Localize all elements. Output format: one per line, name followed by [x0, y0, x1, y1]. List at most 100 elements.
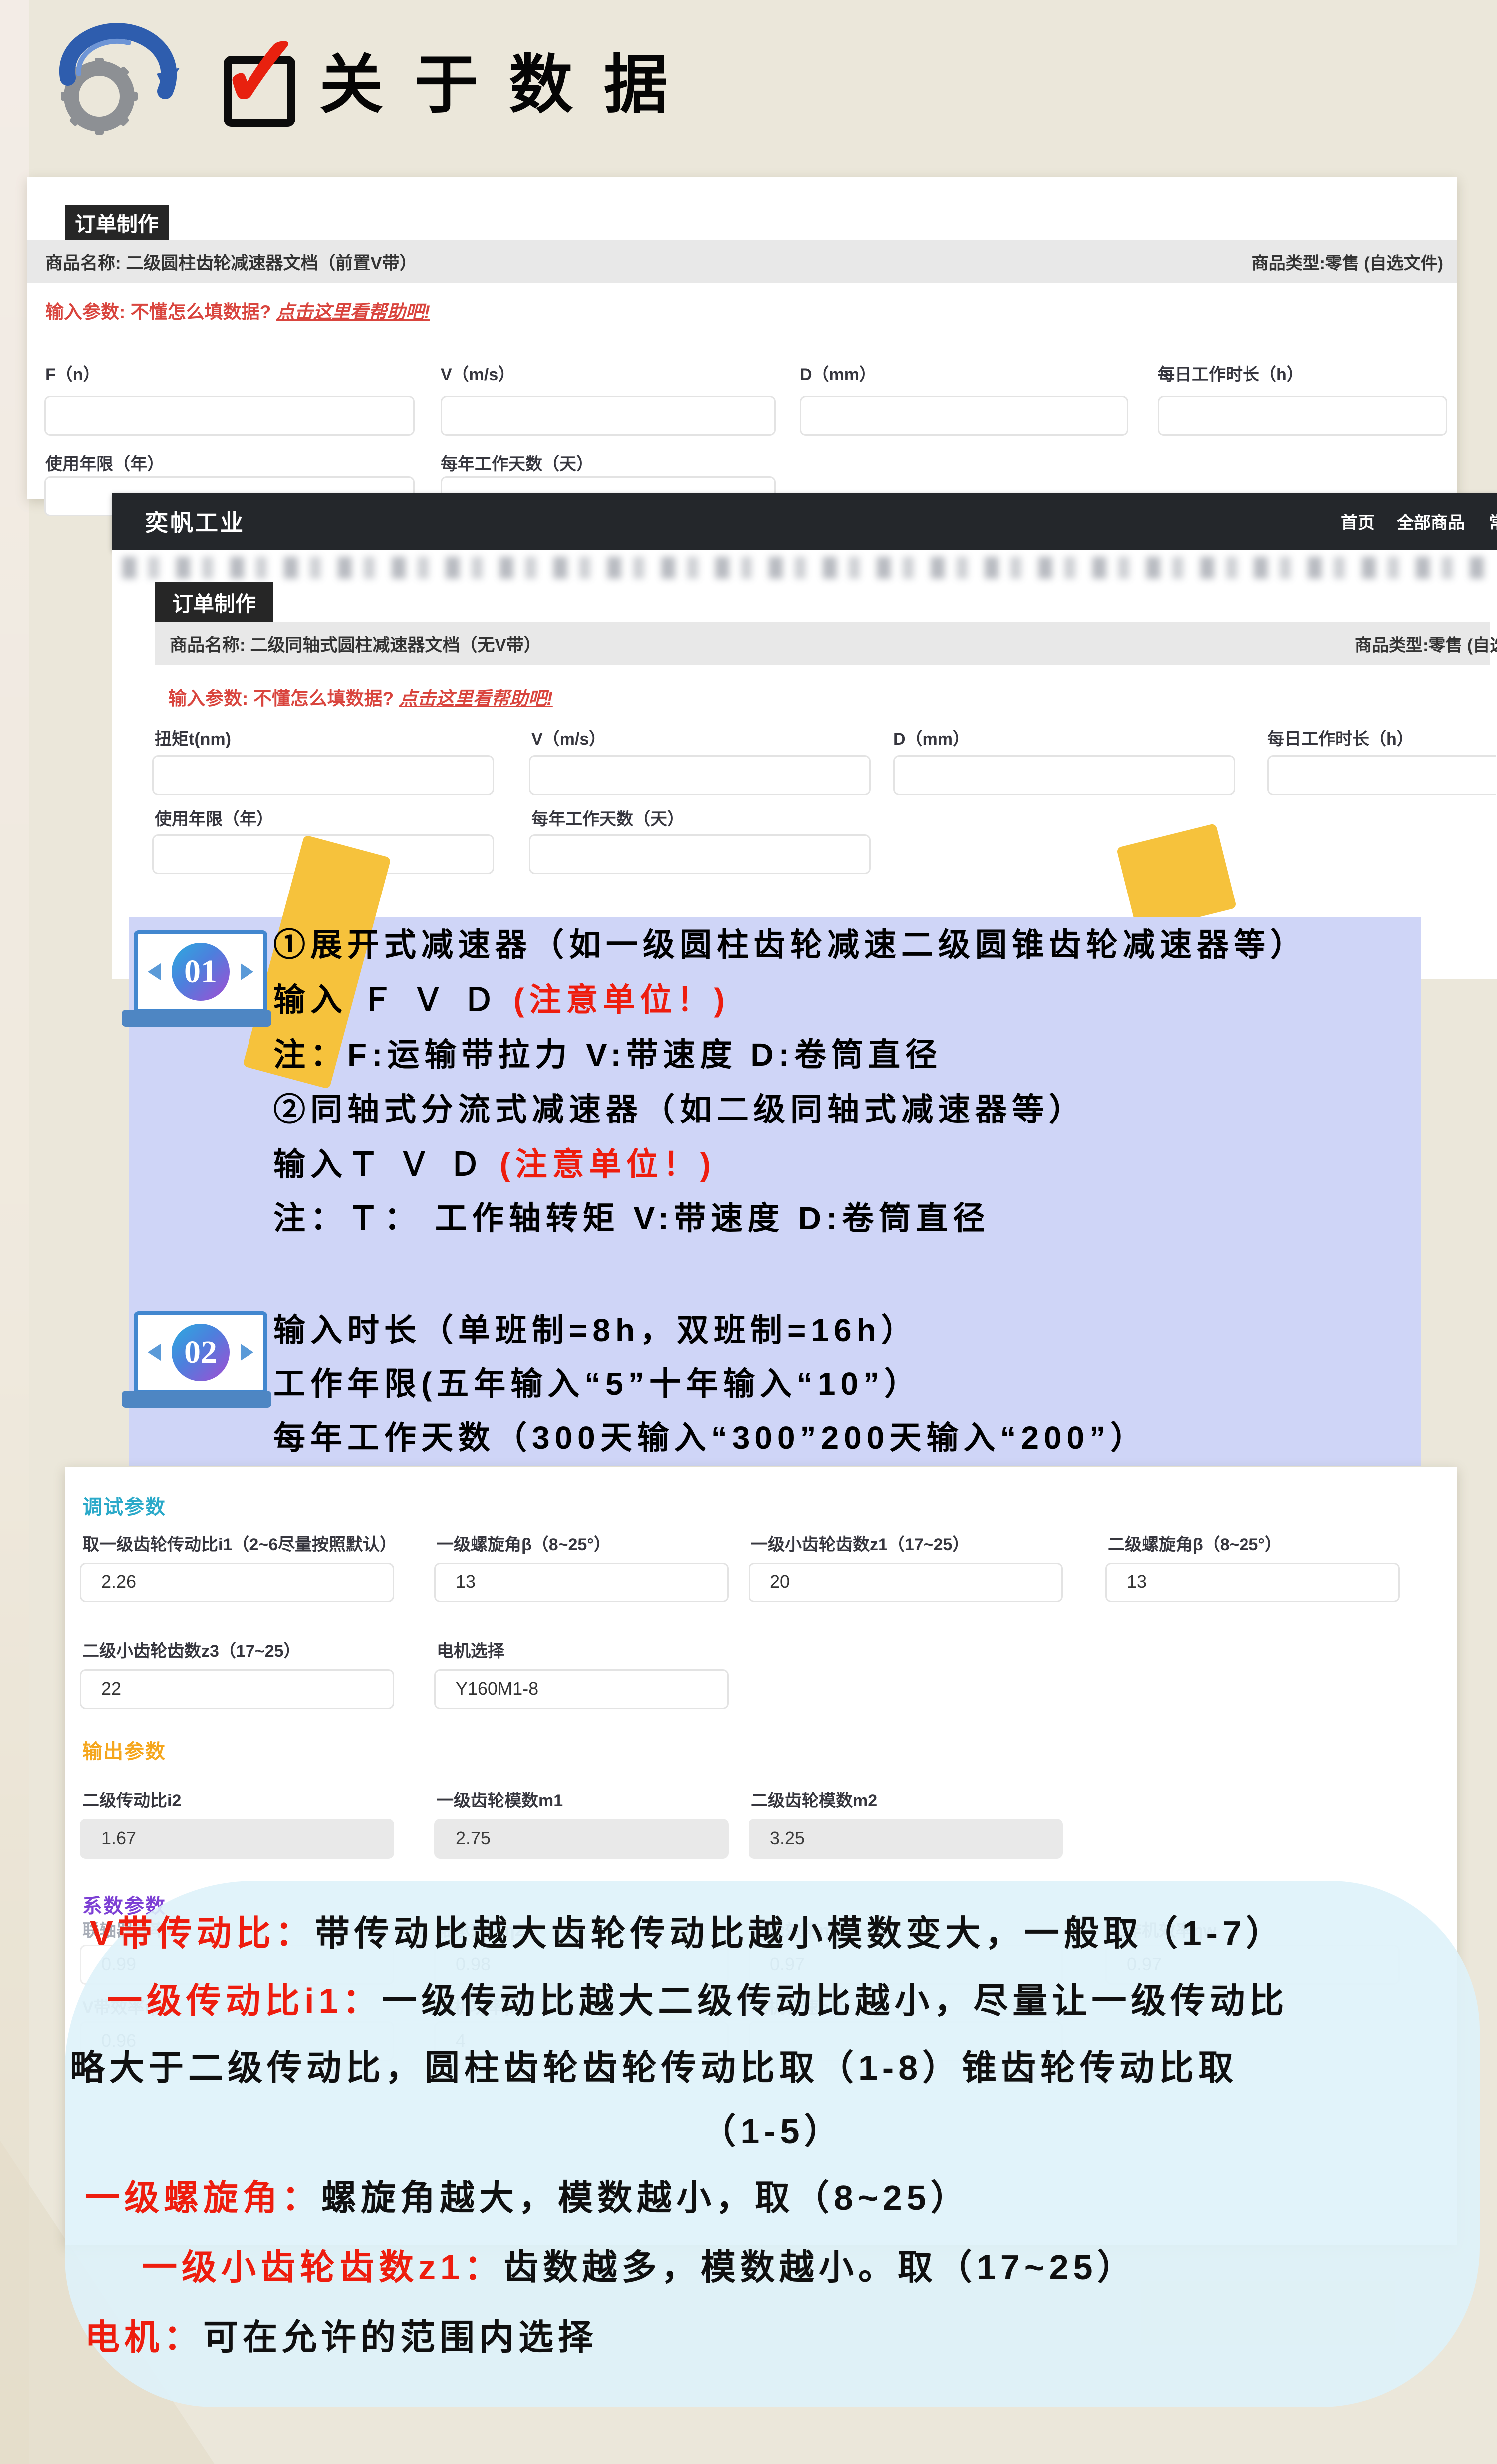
- note-line-7: 输入时长（单班制=8h，双班制=16h）: [273, 1311, 918, 1349]
- form1-label-V: V（m/s）: [441, 361, 515, 385]
- badge-arrow-left-icon: [148, 1344, 161, 1361]
- form1-product-type: 商品类型:零售 (自选文件): [1252, 250, 1443, 274]
- form1-label-D: D（mm）: [800, 361, 876, 385]
- param-label-motor: 电机选择: [437, 1637, 504, 1662]
- badge-02-base: [122, 1391, 271, 1408]
- overlay-line-z1-lead: 一级小齿轮齿数z1：: [142, 2248, 503, 2287]
- form1-label-service-years: 使用年限（年）: [45, 450, 164, 475]
- param-label-m1: 一级齿轮模数m1: [437, 1787, 563, 1811]
- form1-input-F[interactable]: [44, 396, 415, 436]
- note-line-5-black: 输入Ｔ Ｖ Ｄ: [273, 1146, 499, 1182]
- form1-input-daily-hours[interactable]: [1158, 396, 1447, 436]
- form2-input-D[interactable]: [893, 755, 1235, 795]
- form2-input-V[interactable]: [529, 755, 871, 795]
- form2-input-torque[interactable]: [152, 755, 494, 795]
- form2-input-work-days[interactable]: [529, 834, 871, 874]
- param-output-m1: 2.75: [434, 1819, 729, 1859]
- form1-help-link[interactable]: 点击这里看帮助吧!: [276, 302, 430, 322]
- form2-help-text: 输入参数: 不懂怎么填数据?: [168, 688, 399, 709]
- form1-label-F: F（n）: [45, 361, 100, 385]
- badge-arrow-right-icon: [241, 963, 253, 980]
- page-title: 关于数据: [319, 33, 699, 125]
- overlay-line-z1-text: 齿数越多，模数越小。取（17~25）: [503, 2248, 1137, 2287]
- form2-help-link[interactable]: 点击这里看帮助吧!: [399, 688, 552, 709]
- form1-help-line: 输入参数: 不懂怎么填数据? 点击这里看帮助吧!: [45, 297, 430, 324]
- note-line-5: 输入Ｔ Ｖ Ｄ (注意单位！): [273, 1145, 716, 1184]
- nav-item-home[interactable]: 首页: [1341, 509, 1375, 534]
- background-left-band: [0, 0, 29, 2464]
- form1-tab-label: 订单制作: [75, 208, 159, 238]
- form1-product-bar: 商品名称: 二级圆柱齿轮减速器文档（前置V带） 商品类型:零售 (自选文件): [27, 240, 1457, 283]
- overlay-line-vbelt-text: 带传动比越大齿轮传动比越小模数变大，一般取（1-7）: [315, 1914, 1285, 1953]
- page-canvas: ✓ 关于数据 订单制作 商品名称: 二级圆柱齿轮减速器文档（前置V带） 商品类型…: [0, 0, 1497, 2464]
- form2-label-daily-hours: 每日工作时长（h）: [1267, 725, 1414, 750]
- note-line-8: 工作年限(五年输入“5”十年输入“10”）: [273, 1365, 921, 1403]
- param-input-z1[interactable]: 20: [748, 1563, 1063, 1602]
- notes-box: 01 ①展开式减速器（如一级圆柱齿轮减速二级圆锥齿轮减速器等） 输入 Ｆ Ｖ Ｄ…: [129, 917, 1421, 1466]
- form1-input-V[interactable]: [441, 396, 776, 436]
- form2-help-line: 输入参数: 不懂怎么填数据? 点击这里看帮助吧!: [168, 683, 553, 710]
- navbar-brand[interactable]: 奕帆工业: [145, 505, 245, 538]
- overlay-line-i1-lead: 一级传动比i1：: [107, 1981, 382, 2020]
- form2-input-daily-hours[interactable]: [1267, 755, 1496, 795]
- overlay-line-z1: 一级小齿轮齿数z1：齿数越多，模数越小。取（17~25）: [142, 2247, 1137, 2288]
- overlay-line-vbelt: V带传动比：带传动比越大齿轮传动比越小模数变大，一般取（1-7）: [90, 1913, 1285, 1954]
- param-label-z3: 二级小齿轮齿数z3（17~25）: [82, 1637, 300, 1662]
- nav-item-all-products[interactable]: 全部商品: [1397, 509, 1465, 534]
- param-label-beta2: 二级螺旋角β（8~25°）: [1108, 1531, 1282, 1555]
- form2-label-V: V（m/s）: [531, 725, 606, 750]
- param-input-i1[interactable]: 2.26: [80, 1563, 394, 1602]
- form2-label-work-days: 每年工作天数（天）: [531, 805, 684, 830]
- badge-arrow-right-icon: [241, 1344, 253, 1361]
- param-input-z3[interactable]: 22: [80, 1669, 394, 1709]
- note-line-9: 每年工作天数（300天输入“300”200天输入“200”）: [273, 1419, 1147, 1457]
- overlay-line-i1: 一级传动比i1：一级传动比越大二级传动比越小，尽量让一级传动比: [107, 1981, 1288, 2021]
- note-line-1: ①展开式减速器（如一级圆柱齿轮减速二级圆锥齿轮减速器等）: [273, 926, 1307, 964]
- company-logo: [44, 14, 199, 144]
- blurred-text-strip: [122, 557, 1485, 579]
- site-navbar: 奕帆工业 首页 全部商品 常见问题: [112, 493, 1497, 550]
- overlay-line-i1-cont: 略大于二级传动比，圆柱齿轮齿轮传动比取（1-8）锥齿轮传动比取: [70, 2048, 1238, 2088]
- form2-label-torque: 扭矩t(nm): [155, 725, 231, 750]
- param-label-beta1: 一级螺旋角β（8~25°）: [437, 1531, 611, 1555]
- check-mark-icon: ✓: [219, 16, 304, 129]
- badge-number: 01: [172, 943, 230, 1001]
- nav-item-faq[interactable]: 常见问题: [1489, 509, 1497, 534]
- badge-01-base: [122, 1010, 271, 1027]
- param-input-beta1[interactable]: 13: [434, 1563, 729, 1602]
- checkbox-icon: ✓: [224, 56, 295, 127]
- form1-label-daily-hours: 每日工作时长（h）: [1158, 361, 1304, 385]
- note-line-2: 输入 Ｆ Ｖ Ｄ (注意单位！): [273, 981, 730, 1019]
- form2-label-service-years: 使用年限（年）: [155, 805, 273, 830]
- form2-tab-label: 订单制作: [172, 587, 256, 618]
- note-line-2-red: (注意单位！): [513, 982, 730, 1018]
- param-input-motor[interactable]: Y160M1-8: [434, 1669, 729, 1709]
- note-line-4: ②同轴式分流式减速器（如二级同轴式减速器等）: [273, 1091, 1086, 1129]
- param-label-i1: 取一级齿轮传动比i1（2~6尽量按照默认）: [82, 1531, 397, 1555]
- overlay-line-i1-text: 一级传动比越大二级传动比越小，尽量让一级传动比: [382, 1981, 1288, 2020]
- note-line-2-black: 输入 Ｆ Ｖ Ｄ: [273, 982, 513, 1018]
- param-label-z1: 一级小齿轮齿数z1（17~25）: [751, 1531, 969, 1555]
- overlay-line-vbelt-lead: V带传动比：: [90, 1914, 315, 1953]
- badge-number: 02: [172, 1324, 230, 1381]
- form2-product-type: 商品类型:零售 (自选文件): [1355, 632, 1497, 656]
- note-line-6: 注：Ｔ： 工作轴转矩 V:带速度 D:卷筒直径: [273, 1199, 990, 1238]
- note-line-5-red: (注意单位！): [499, 1146, 716, 1182]
- param-input-beta2[interactable]: 13: [1105, 1563, 1400, 1602]
- section-title-debug-params: 调试参数: [82, 1491, 166, 1520]
- param-output-i2: 1.67: [80, 1819, 394, 1859]
- overlay-line-motor-lead: 电机：: [85, 2318, 203, 2357]
- form1-input-D[interactable]: [800, 396, 1128, 436]
- badge-arrow-left-icon: [148, 963, 161, 980]
- form2-tab-order[interactable]: 订单制作: [155, 582, 273, 622]
- step-badge-01: 01: [134, 930, 267, 1013]
- form2-label-D: D（mm）: [893, 725, 970, 750]
- overlay-line-motor: 电机：可在允许的范围内选择: [85, 2317, 597, 2358]
- overlay-line-motor-text: 可在允许的范围内选择: [203, 2318, 597, 2357]
- form1-tab-order[interactable]: 订单制作: [65, 205, 169, 240]
- overlay-line-range: （1-5）: [65, 2111, 1480, 2152]
- form2-product-bar: 商品名称: 二级同轴式圆柱减速器文档（无V带） 商品类型:零售 (自选文件): [155, 622, 1490, 665]
- form1-product-name: 商品名称: 二级圆柱齿轮减速器文档（前置V带）: [45, 249, 417, 275]
- overlay-line-helix: 一级螺旋角：螺旋角越大，模数越小，取（8~25）: [85, 2178, 970, 2218]
- step-badge-02: 02: [134, 1311, 267, 1394]
